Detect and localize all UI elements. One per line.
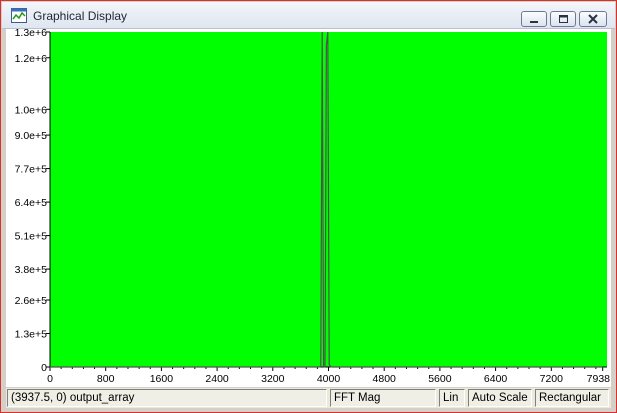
y-tick-label: 1.3e+6 (15, 29, 48, 39)
y-tick-label: 9.0e+5 (15, 130, 48, 142)
x-tick-label: 1600 (150, 373, 174, 385)
x-tick-label: 3200 (261, 373, 285, 385)
y-tick-label: 1.3e+5 (15, 329, 48, 341)
window-title: Graphical Display (33, 9, 128, 23)
y-tick-label: 2.6e+5 (15, 295, 48, 307)
display-type-field[interactable]: FFT Mag (330, 389, 436, 407)
y-tick-label: 6.4e+5 (15, 197, 48, 209)
scale-field[interactable]: Lin (439, 389, 465, 407)
status-bar: (3937.5, 0) output_array FFT Mag Lin Aut… (6, 388, 611, 408)
scale-mode-field[interactable]: Auto Scale (468, 389, 532, 407)
plot-area[interactable]: 0 1.3e+5 2.6e+5 3.8e+5 5.1e+5 6.4e+5 7.7e+5 9.0… (6, 29, 611, 387)
x-tick-label: 7200 (540, 373, 564, 385)
graphical-display-window: Graphical Display 0 1.3e+5 2.6e+5 3.8e+5 5.1… (0, 0, 617, 413)
x-tick-label: 800 (97, 373, 115, 385)
x-tick-label: 2400 (205, 373, 229, 385)
maximize-button[interactable] (550, 11, 576, 27)
fft-magnitude-chart[interactable]: 0 1.3e+5 2.6e+5 3.8e+5 5.1e+5 6.4e+5 7.7e+5 9.0… (6, 29, 611, 387)
cursor-readout: (3937.5, 0) output_array (7, 389, 327, 407)
graph-window-icon (11, 8, 27, 23)
y-tick-label: 3.8e+5 (15, 264, 48, 276)
minimize-button[interactable] (521, 11, 547, 27)
maximize-icon (559, 15, 568, 23)
y-tick-label: 1.2e+6 (15, 53, 48, 65)
x-tick-label: 0 (47, 373, 53, 385)
x-tick-label: 4000 (317, 373, 341, 385)
minimize-icon (530, 21, 538, 23)
y-tick-label: 5.1e+5 (15, 231, 48, 243)
y-tick-label: 1.0e+6 (15, 104, 48, 116)
x-tick-label: 7938 (587, 373, 611, 385)
close-button[interactable] (579, 11, 607, 27)
close-icon (588, 14, 598, 24)
y-tick-label: 7.7e+5 (15, 164, 48, 176)
x-tick-label: 5600 (428, 373, 452, 385)
title-bar[interactable]: Graphical Display (2, 2, 615, 29)
window-type-field[interactable]: Rectangular (535, 389, 609, 407)
x-tick-label: 6400 (484, 373, 508, 385)
x-tick-label: 4800 (373, 373, 397, 385)
